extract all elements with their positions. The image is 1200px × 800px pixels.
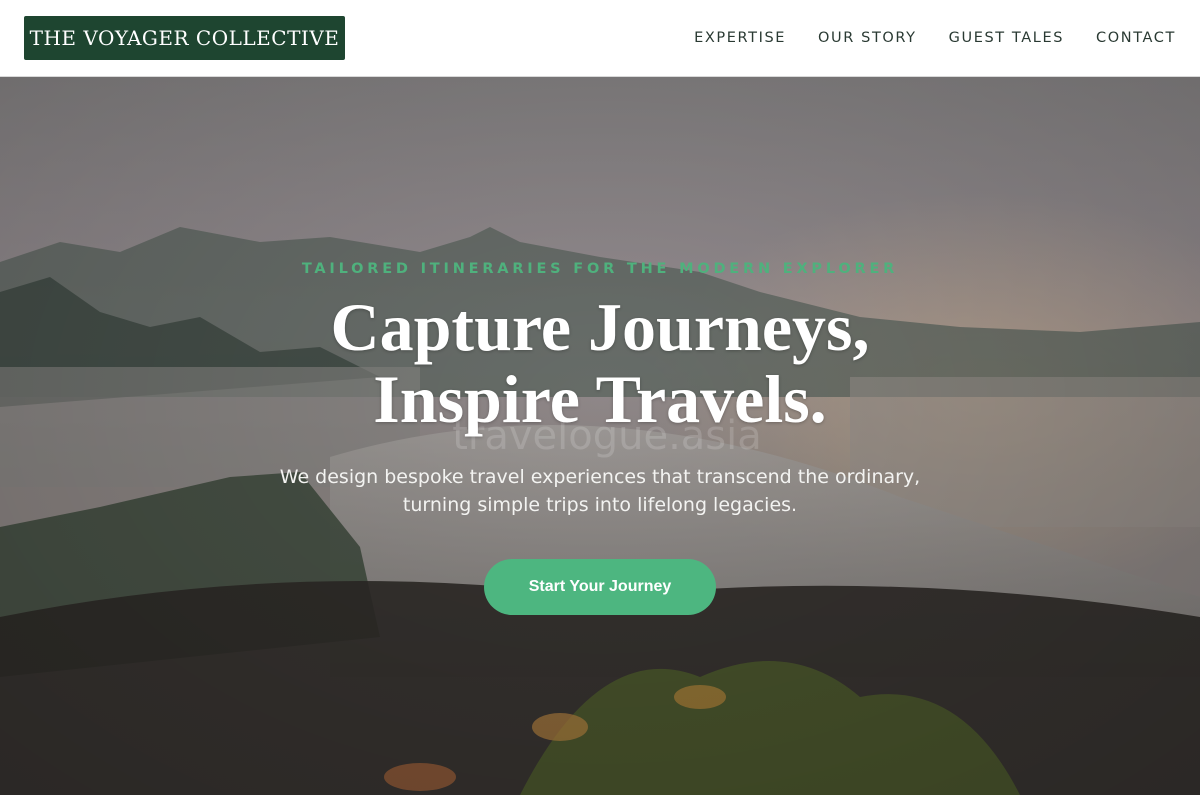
nav-link-guest-tales[interactable]: GUEST TALES xyxy=(949,30,1064,46)
site-header: THE VOYAGER COLLECTIVE EXPERTISE OUR STO… xyxy=(0,0,1200,77)
hero-headline: Capture Journeys, Inspire Travels. xyxy=(0,291,1200,435)
nav-link-our-story[interactable]: OUR STORY xyxy=(818,30,917,46)
hero-subtitle: We design bespoke travel experiences tha… xyxy=(250,463,950,519)
hero-subtitle-line-1: We design bespoke travel experiences tha… xyxy=(279,466,921,488)
hero-subtitle-line-2: turning simple trips into lifelong legac… xyxy=(402,494,798,516)
hero-headline-line-1: Capture Journeys, xyxy=(330,289,870,365)
hero-content: travelogue.asia TAILORED ITINERARIES FOR… xyxy=(0,77,1200,795)
page-bottom-edge xyxy=(0,795,1200,800)
hero-eyebrow: TAILORED ITINERARIES FOR THE MODERN EXPL… xyxy=(301,261,899,277)
nav-link-expertise[interactable]: EXPERTISE xyxy=(694,30,786,46)
nav-link-contact[interactable]: CONTACT xyxy=(1096,30,1176,46)
hero-headline-line-2: Inspire Travels. xyxy=(373,361,827,437)
start-journey-button[interactable]: Start Your Journey xyxy=(484,559,716,615)
site-logo[interactable]: THE VOYAGER COLLECTIVE xyxy=(24,16,345,60)
main-nav: EXPERTISE OUR STORY GUEST TALES CONTACT xyxy=(694,30,1176,46)
hero-section: travelogue.asia TAILORED ITINERARIES FOR… xyxy=(0,77,1200,795)
